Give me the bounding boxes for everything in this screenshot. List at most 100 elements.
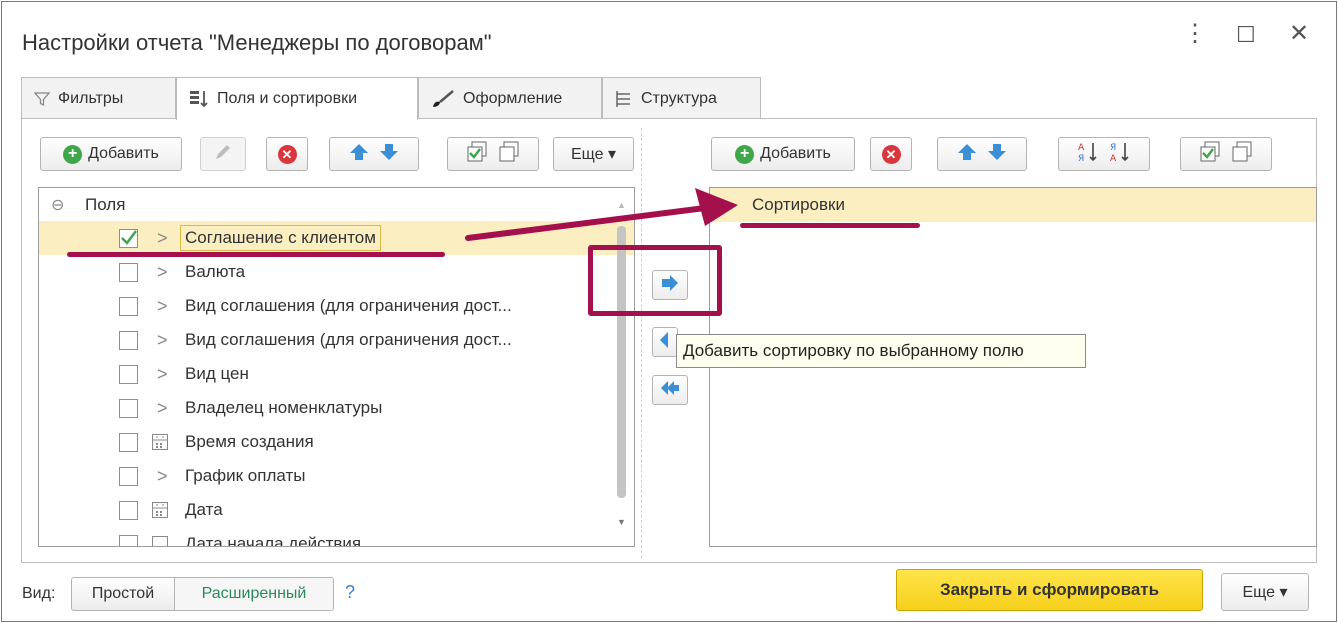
sort-descending-icon[interactable]: ЯА [1109, 141, 1131, 168]
sort-move-buttons [937, 137, 1027, 171]
fields-sort-icon [189, 90, 209, 108]
tree-root-label: Поля [85, 195, 126, 214]
list-item[interactable]: Сортировки [710, 188, 1316, 222]
filter-icon [34, 91, 50, 107]
tab-label: Фильтры [58, 89, 124, 107]
sort-direction-buttons: АЯ ЯА [1058, 137, 1150, 171]
checkbox[interactable] [119, 432, 138, 452]
list-item[interactable]: > Вид цен [39, 357, 634, 391]
list-item[interactable]: > Соглашение с клиентом [39, 221, 634, 255]
structure-icon [615, 90, 633, 108]
collapse-icon[interactable]: ⊖ [51, 195, 64, 215]
edit-button[interactable] [200, 137, 246, 171]
remove-all-sort-button[interactable] [652, 375, 688, 405]
more-actions-icon[interactable]: ⋮ [1183, 22, 1207, 46]
delete-sort-button[interactable]: ✕ [870, 137, 912, 171]
check-all-icon[interactable] [466, 141, 488, 168]
list-item-label: Вид соглашения (для ограничения дост... [185, 330, 512, 349]
scrollbar-down-arrow[interactable]: ▼ [617, 517, 626, 527]
delete-icon: ✕ [277, 144, 297, 164]
footer-more-button[interactable]: Еще ▾ [1221, 573, 1309, 611]
chevron-right-icon[interactable]: > [157, 364, 168, 385]
button-label: Добавить [760, 145, 831, 162]
svg-text:А: А [1110, 154, 1117, 163]
checkbox[interactable] [119, 398, 138, 418]
left-more-button[interactable]: Еще ▾ [553, 137, 634, 171]
button-label: Добавить [88, 145, 159, 162]
tab-appearance[interactable]: Оформление [418, 77, 602, 119]
chevron-right-icon[interactable]: > [157, 296, 168, 317]
tab-structure[interactable]: Структура [602, 77, 761, 119]
list-item[interactable]: > Вид соглашения (для ограничения дост..… [39, 323, 634, 357]
chevron-right-icon[interactable]: > [157, 228, 168, 249]
checkbox[interactable] [119, 330, 138, 350]
close-icon[interactable]: ✕ [1289, 22, 1309, 46]
list-item[interactable]: Дата начала действия [39, 527, 634, 547]
calendar-icon [152, 434, 168, 450]
arrow-down-icon[interactable] [379, 143, 399, 166]
arrow-up-icon[interactable] [957, 143, 977, 166]
list-item[interactable]: Время создания [39, 425, 634, 459]
check-all-icon[interactable] [1199, 141, 1221, 168]
tooltip: Добавить сортировку по выбранному полю [676, 334, 1086, 368]
tab-filters[interactable]: Фильтры [21, 77, 176, 119]
plus-icon: + [735, 144, 755, 164]
checkbox[interactable] [119, 500, 138, 520]
help-icon[interactable]: ? [345, 582, 355, 603]
chevron-right-icon[interactable]: > [157, 466, 168, 487]
list-item-label: Время создания [185, 432, 314, 451]
tab-label: Оформление [463, 89, 563, 107]
close-and-generate-button[interactable]: Закрыть и сформировать [896, 569, 1203, 611]
remove-sort-button[interactable] [652, 327, 678, 357]
uncheck-all-icon[interactable] [498, 141, 520, 168]
chevron-right-icon[interactable]: > [157, 330, 168, 351]
list-item-label: Дата начала действия [185, 534, 362, 547]
double-arrow-left-icon [660, 380, 680, 401]
list-item-label: Валюта [185, 262, 246, 281]
sort-ascending-icon[interactable]: АЯ [1077, 141, 1099, 168]
checkbox[interactable] [119, 466, 138, 486]
svg-text:Я: Я [1078, 154, 1084, 163]
list-item[interactable]: > Вид соглашения (для ограничения дост..… [39, 289, 634, 323]
view-extended-button[interactable]: Расширенный [174, 577, 334, 611]
move-buttons [329, 137, 419, 171]
calendar-icon [152, 502, 168, 518]
add-sort-button[interactable]: + Добавить [711, 137, 855, 171]
annotation-underline-right [740, 223, 920, 228]
plus-icon: + [63, 144, 83, 164]
add-field-button[interactable]: + Добавить [40, 137, 182, 171]
chevron-right-icon[interactable]: > [157, 398, 168, 419]
tab-fields-and-sorting[interactable]: Поля и сортировки [176, 77, 418, 120]
check-buttons [447, 137, 539, 171]
sort-check-buttons [1180, 137, 1272, 171]
checkbox[interactable] [119, 296, 138, 316]
svg-text:А: А [1078, 143, 1085, 153]
view-label: Вид: [22, 585, 56, 602]
fields-tree: ⊖ Поля > Соглашение с клиентом > Валюта … [38, 187, 635, 547]
arrow-up-icon[interactable] [349, 143, 369, 166]
checkbox[interactable] [119, 228, 138, 248]
arrow-down-icon[interactable] [987, 143, 1007, 166]
delete-button[interactable]: ✕ [266, 137, 308, 171]
checkbox[interactable] [119, 262, 138, 282]
checkbox[interactable] [119, 534, 138, 546]
scrollbar-up-arrow[interactable]: ▲ [617, 200, 626, 210]
maximize-icon[interactable]: ☐ [1236, 24, 1256, 46]
tree-root-row[interactable]: ⊖ Поля [39, 188, 634, 222]
checkbox[interactable] [119, 364, 138, 384]
list-item[interactable]: > Владелец номенклатуры [39, 391, 634, 425]
tab-label: Структура [641, 89, 717, 107]
list-item-label: График оплаты [185, 466, 306, 485]
window-title: Настройки отчета "Менеджеры по договорам… [22, 30, 492, 55]
delete-icon: ✕ [881, 144, 901, 164]
view-simple-button[interactable]: Простой [71, 577, 175, 611]
list-item[interactable]: > График оплаты [39, 459, 634, 493]
list-item[interactable]: Дата [39, 493, 634, 527]
tab-label: Поля и сортировки [217, 90, 357, 107]
brush-icon [431, 89, 455, 108]
uncheck-all-icon[interactable] [1231, 141, 1253, 168]
chevron-right-icon[interactable]: > [157, 262, 168, 283]
calendar-icon [152, 536, 168, 546]
list-item[interactable]: > Валюта [39, 255, 634, 289]
list-item-label: Дата [185, 500, 223, 519]
